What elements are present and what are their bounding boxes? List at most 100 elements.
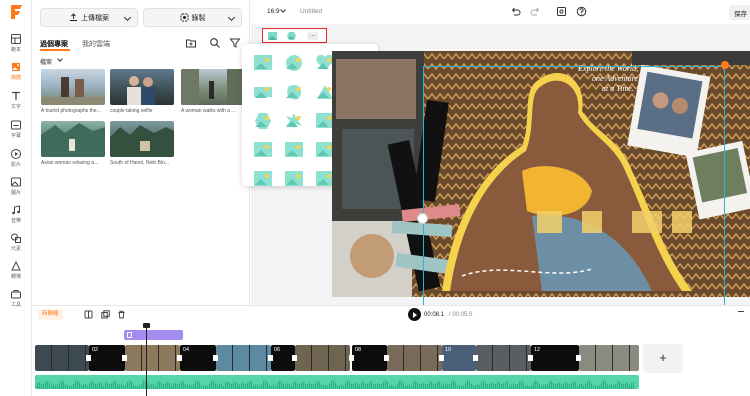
timeline-clip-video[interactable] [295,345,350,371]
shape-mask-option[interactable] [253,53,273,72]
transition-marker[interactable] [384,355,389,361]
timeline-mode-button[interactable]: 時間線 [38,309,63,320]
record-button[interactable]: 錄製 [143,8,242,27]
photo-couple-selfie-image [127,76,155,105]
timeline-clip-title[interactable]: 12 [531,345,579,371]
transition-marker[interactable] [576,355,581,361]
duplicate-icon[interactable] [101,310,110,319]
media-thumbnail[interactable] [41,69,105,105]
media-icon [12,63,20,71]
rail-item-transition[interactable]: 轉場 [0,257,32,283]
shape-mask-option[interactable] [253,82,273,101]
text-clip-icon [127,332,132,338]
transition-marker[interactable] [528,355,533,361]
timeline-clip-video[interactable] [387,345,442,371]
record-icon [180,13,188,22]
shape-mask-option[interactable] [284,82,304,101]
filter-icon[interactable] [229,37,241,49]
selection-handle-dot[interactable] [721,61,729,69]
timeline-clip-video[interactable] [35,345,89,371]
left-rail: 範本 媒體 文字 字幕 影片 圖片 音樂 元素 轉場 工具 [0,0,32,396]
timeline-clip-video[interactable] [216,345,271,371]
transition-marker[interactable] [349,355,354,361]
transition-marker[interactable] [292,355,297,361]
audio-track-clip[interactable] [35,375,639,389]
shape-mask-option[interactable] [284,111,304,130]
filter-dropdown-label[interactable]: 檔案 [40,57,52,66]
rail-item-media[interactable]: 媒體 [0,58,32,84]
timeline-clip-video[interactable] [476,345,531,371]
save-button[interactable]: 保存 [729,5,750,20]
screenshot-icon[interactable] [556,6,567,17]
resize-handle[interactable] [417,213,428,224]
timeline-clip-title[interactable]: 08 [352,345,387,371]
shape-mask-icon [285,171,303,186]
transition-marker[interactable] [213,355,218,361]
chevron-down-icon[interactable] [57,56,63,62]
chevron-down-icon[interactable] [123,13,132,22]
tab-my-cloud[interactable]: 我的雲端 [82,39,110,49]
rail-item-image[interactable]: 圖片 [0,173,32,199]
rail-label: 元素 [10,246,21,252]
video-canvas[interactable]: Explore the World, one Adventure at a Ti… [332,51,750,297]
rail-item-elements[interactable]: 元素 [0,229,32,255]
rail-item-text[interactable]: 文字 [0,87,32,113]
timeline-clip-video[interactable] [125,345,180,371]
rail-label: 範本 [10,47,21,53]
rail-label: 字幕 [10,133,21,139]
chevron-down-icon[interactable] [227,13,236,22]
redo-icon[interactable] [530,6,541,17]
shape-mask-option[interactable] [284,140,304,159]
undo-icon[interactable] [510,6,521,17]
shape-mask-option[interactable] [253,111,273,130]
project-title[interactable]: Untitled [300,8,322,15]
rail-item-video[interactable]: 影片 [0,145,32,171]
rail-item-tools[interactable]: 工具 [0,285,32,311]
rail-item-template[interactable]: 範本 [0,30,32,56]
thumbnail-caption: South of Hanoi, Ninh Bin... [110,160,169,166]
transition-marker[interactable] [473,355,478,361]
timeline-toolbar [32,305,750,325]
search-icon[interactable] [209,37,221,49]
aspect-ratio-selector[interactable]: 16:9 [267,8,280,15]
music-icon [12,205,20,215]
media-thumbnail[interactable] [41,121,105,157]
playhead-handle[interactable] [143,323,150,328]
add-clip-button[interactable]: + [643,344,683,373]
media-thumbnail[interactable] [110,69,174,105]
tab-recent-projects[interactable]: 過個專案 [40,39,68,49]
image-mask-square-icon[interactable] [268,32,277,40]
split-icon[interactable] [84,310,93,319]
transition-icon [11,260,21,271]
media-thumbnail[interactable] [110,121,174,157]
shape-mask-option[interactable] [253,169,273,186]
play-button[interactable] [408,308,421,321]
text-track-clip[interactable] [124,330,183,340]
shape-mask-icon [254,142,272,157]
shape-mask-option[interactable] [284,53,304,72]
timeline-clip-title[interactable]: 10 [442,345,476,371]
shape-mask-icon [286,55,302,71]
rail-item-music[interactable]: 音樂 [0,201,32,227]
transition-marker[interactable] [268,355,273,361]
zoom-out-icon[interactable] [738,311,744,312]
transition-marker[interactable] [122,355,127,361]
shape-mask-option[interactable] [253,140,273,159]
shape-mask-option[interactable] [284,169,304,186]
media-thumbnail[interactable] [181,69,245,105]
transition-marker[interactable] [86,355,91,361]
clip-number-label: 06 [274,347,281,353]
playhead[interactable] [146,324,147,396]
rail-item-subtitle[interactable]: 字幕 [0,116,32,142]
help-icon[interactable] [576,6,587,17]
timeline-clip-video[interactable] [579,345,639,371]
image-mask-hexagon-icon[interactable] [287,32,296,40]
timeline-clip-title[interactable]: 02 [89,345,125,371]
transition-marker[interactable] [439,355,444,361]
more-options-button[interactable]: ... [307,32,318,40]
new-folder-icon[interactable] [185,37,197,49]
delete-icon[interactable] [117,310,126,319]
timeline-clip-title[interactable]: 04 [180,345,216,371]
upload-button[interactable]: 上傳檔案 [40,8,138,27]
transition-marker[interactable] [177,355,182,361]
